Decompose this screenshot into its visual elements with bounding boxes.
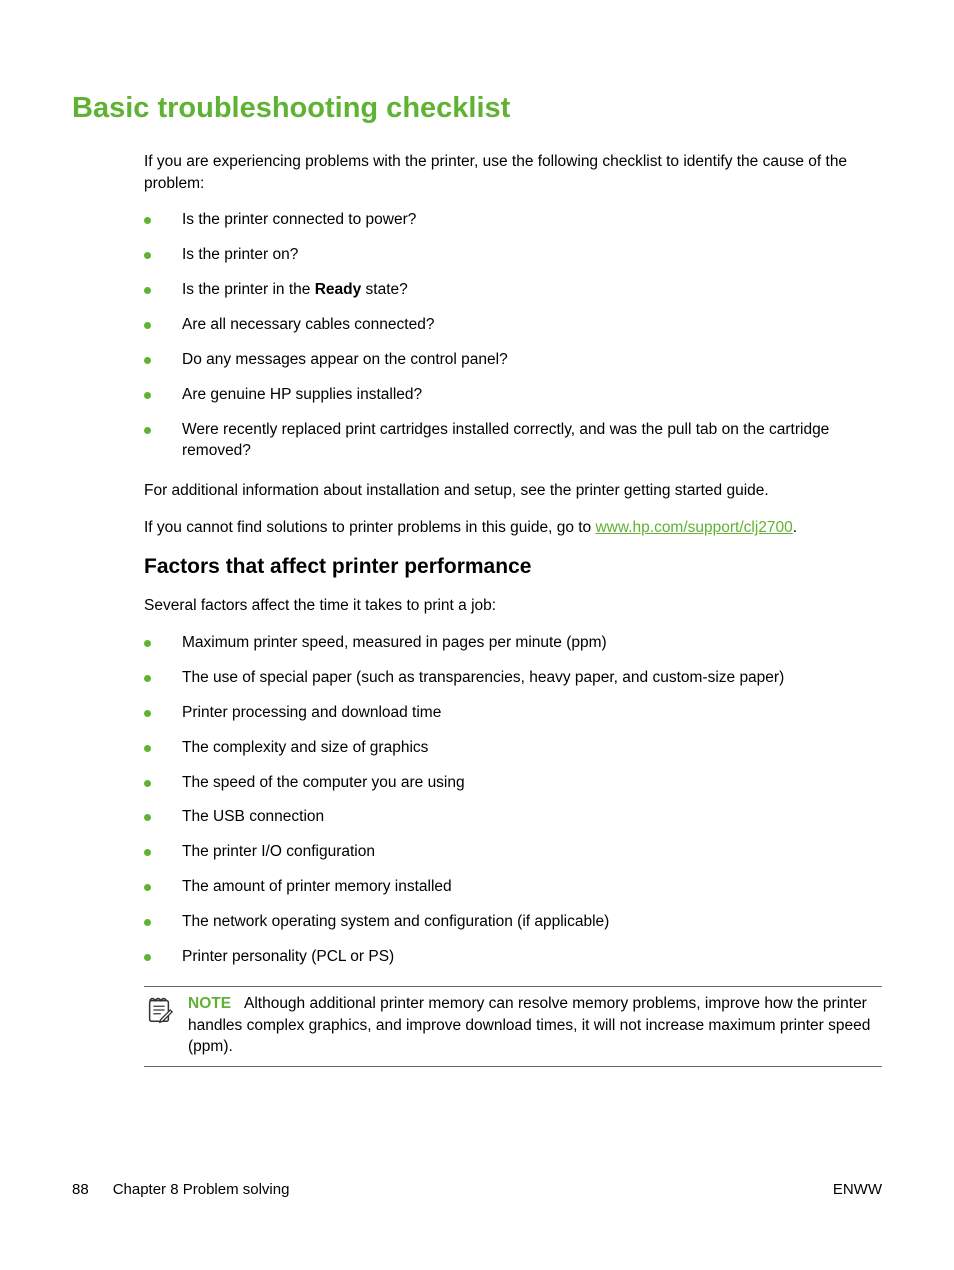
info-paragraph: For additional information about install… <box>144 480 882 502</box>
checklist: Is the printer connected to power? Is th… <box>144 210 882 461</box>
list-item: Is the printer connected to power? <box>144 210 882 231</box>
note-icon <box>144 995 174 1025</box>
chapter-label: Chapter 8 Problem solving <box>113 1181 290 1198</box>
page-number: 88 <box>72 1181 89 1198</box>
list-item: Do any messages appear on the control pa… <box>144 350 882 371</box>
section-intro: Several factors affect the time it takes… <box>144 595 882 617</box>
main-content: If you are experiencing problems with th… <box>72 151 882 1067</box>
footer-right: ENWW <box>833 1181 882 1198</box>
note-label: NOTE <box>188 995 231 1012</box>
list-item: Maximum printer speed, measured in pages… <box>144 633 882 654</box>
list-item: Are genuine HP supplies installed? <box>144 385 882 406</box>
factors-list: Maximum printer speed, measured in pages… <box>144 633 882 968</box>
list-item: Is the printer on? <box>144 245 882 266</box>
list-item: Were recently replaced print cartridges … <box>144 420 882 462</box>
note-text: NOTE Although additional printer memory … <box>188 993 882 1058</box>
note-box: NOTE Although additional printer memory … <box>144 986 882 1067</box>
intro-paragraph: If you are experiencing problems with th… <box>144 151 882 194</box>
section-heading: Factors that affect printer performance <box>144 555 882 579</box>
list-item: The use of special paper (such as transp… <box>144 668 882 689</box>
link-paragraph: If you cannot find solutions to printer … <box>144 517 882 539</box>
list-item: The USB connection <box>144 807 882 828</box>
list-item: Is the printer in the Ready state? <box>144 280 882 301</box>
page-title: Basic troubleshooting checklist <box>72 92 882 125</box>
list-item: Printer processing and download time <box>144 703 882 724</box>
list-item: The network operating system and configu… <box>144 912 882 933</box>
list-item: The printer I/O configuration <box>144 842 882 863</box>
page-footer: 88 Chapter 8 Problem solving ENWW <box>72 1181 882 1198</box>
support-link[interactable]: www.hp.com/support/clj2700 <box>595 519 792 536</box>
list-item: The amount of printer memory installed <box>144 877 882 898</box>
list-item: The complexity and size of graphics <box>144 738 882 759</box>
list-item: Printer personality (PCL or PS) <box>144 947 882 968</box>
list-item: Are all necessary cables connected? <box>144 315 882 336</box>
list-item: The speed of the computer you are using <box>144 773 882 794</box>
